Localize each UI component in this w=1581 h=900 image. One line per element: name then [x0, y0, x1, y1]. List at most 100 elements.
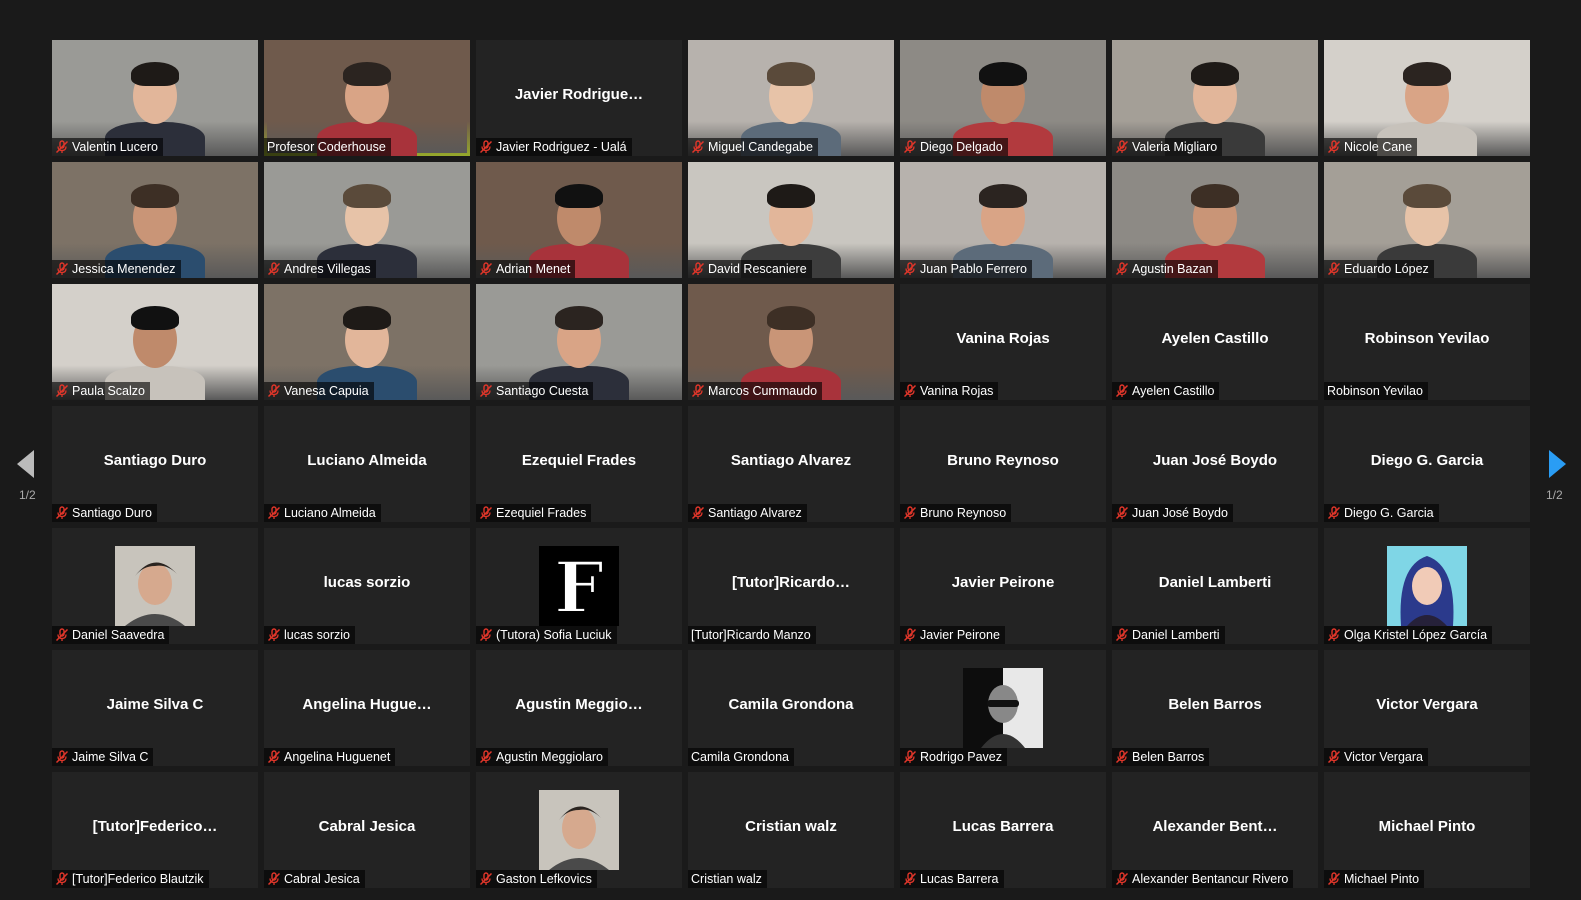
- participant-tile-nicole-cane[interactable]: Nicole Cane: [1324, 40, 1530, 156]
- participant-tile-vanesa-capuia[interactable]: Vanesa Capuia: [264, 284, 470, 400]
- participant-display-name: lucas sorzio: [323, 574, 411, 591]
- muted-microphone-icon: [1327, 750, 1341, 764]
- participant-name-tag: Juan Pablo Ferrero: [900, 260, 1033, 278]
- participant-tile-diego-delgado[interactable]: Diego Delgado: [900, 40, 1106, 156]
- participant-tile-cabral-jesica[interactable]: Cabral Jesica Cabral Jesica: [264, 772, 470, 888]
- participant-name-tag: Santiago Cuesta: [476, 382, 594, 400]
- participant-tile-daniel-lamberti[interactable]: Daniel Lamberti Daniel Lamberti: [1112, 528, 1318, 644]
- participant-tile-andres-villegas[interactable]: Andres Villegas: [264, 162, 470, 278]
- participant-name-tag: [Tutor]Ricardo Manzo: [688, 626, 816, 644]
- participant-tile-bruno-reynoso[interactable]: Bruno Reynoso Bruno Reynoso: [900, 406, 1106, 522]
- participant-tile-javier-peirone[interactable]: Javier Peirone Javier Peirone: [900, 528, 1106, 644]
- participant-name-tag: Diego G. Garcia: [1324, 504, 1439, 522]
- muted-microphone-icon: [1115, 384, 1129, 398]
- participant-tile-gaston-lefkovics[interactable]: Gaston Lefkovics: [476, 772, 682, 888]
- participant-tile-victor-vergara[interactable]: Victor Vergara Victor Vergara: [1324, 650, 1530, 766]
- participant-tile-michael-pinto[interactable]: Michael Pinto Michael Pinto: [1324, 772, 1530, 888]
- participant-tile-tutor-ricardo-manzo[interactable]: [Tutor]Ricardo… [Tutor]Ricardo Manzo: [688, 528, 894, 644]
- participant-name-label: Cristian walz: [691, 872, 762, 886]
- muted-microphone-icon: [1327, 628, 1341, 642]
- participant-tile-profesor-coderhouse[interactable]: Profesor Coderhouse: [264, 40, 470, 156]
- participant-tile-santiago-duro[interactable]: Santiago Duro Santiago Duro: [52, 406, 258, 522]
- participant-name-tag: lucas sorzio: [264, 626, 355, 644]
- participant-name-label: Juan Pablo Ferrero: [920, 262, 1028, 276]
- participant-display-name: Belen Barros: [1168, 696, 1262, 713]
- participant-tile-juan-jose-boydo[interactable]: Juan José Boydo Juan José Boydo: [1112, 406, 1318, 522]
- participant-tile-luciano-almeida[interactable]: Luciano Almeida Luciano Almeida: [264, 406, 470, 522]
- next-page-arrow-icon[interactable]: [1549, 450, 1566, 478]
- participant-name-label: Miguel Candegabe: [708, 140, 813, 154]
- participant-name-label: Luciano Almeida: [284, 506, 376, 520]
- muted-microphone-icon: [903, 384, 917, 398]
- participant-name-tag: Valentin Lucero: [52, 138, 163, 156]
- muted-microphone-icon: [691, 262, 705, 276]
- participant-tile-lucas-sorzio[interactable]: lucas sorzio lucas sorzio: [264, 528, 470, 644]
- participant-name-tag: Olga Kristel López García: [1324, 626, 1493, 644]
- participant-name-label: Agustin Meggiolaro: [496, 750, 604, 764]
- participant-name-label: Javier Rodriguez - Ualá: [496, 140, 627, 154]
- participant-tile-tutora-sofia-luciuk[interactable]: F (Tutora) Sofia Luciuk: [476, 528, 682, 644]
- participant-tile-robinson-yevilao[interactable]: Robinson Yevilao Robinson Yevilao: [1324, 284, 1530, 400]
- participant-tile-marcos-cummaudo[interactable]: Marcos Cummaudo: [688, 284, 894, 400]
- participant-display-name: Lucas Barrera: [952, 818, 1054, 835]
- participant-name-tag: Michael Pinto: [1324, 870, 1425, 888]
- participant-name-tag: Vanina Rojas: [900, 382, 999, 400]
- participant-name-tag: Cristian walz: [688, 870, 767, 888]
- participant-gallery: Valentin Lucero Profesor Coderhouse Javier…: [52, 40, 1530, 888]
- muted-microphone-icon: [903, 140, 917, 154]
- participant-display-name: Jaime Silva C: [106, 696, 204, 713]
- participant-tile-vanina-rojas[interactable]: Vanina Rojas Vanina Rojas: [900, 284, 1106, 400]
- participant-tile-alexander-bentancur-rivero[interactable]: Alexander Bent… Alexander Bentancur River…: [1112, 772, 1318, 888]
- participant-tile-cristian-walz[interactable]: Cristian walz Cristian walz: [688, 772, 894, 888]
- muted-microphone-icon: [267, 506, 281, 520]
- participant-tile-valentin-lucero[interactable]: Valentin Lucero: [52, 40, 258, 156]
- participant-display-name: Javier Peirone: [951, 574, 1055, 591]
- illustrated-avatar-icon: [1387, 546, 1467, 626]
- participant-tile-camila-grondona[interactable]: Camila Grondona Camila Grondona: [688, 650, 894, 766]
- participant-tile-juan-pablo-ferrero[interactable]: Juan Pablo Ferrero: [900, 162, 1106, 278]
- participant-display-name: Vanina Rojas: [956, 330, 1050, 347]
- muted-microphone-icon: [267, 384, 281, 398]
- participant-name-tag: Daniel Saavedra: [52, 626, 170, 644]
- participant-name-tag: Jaime Silva C: [52, 748, 154, 766]
- participant-tile-daniel-saavedra[interactable]: Daniel Saavedra: [52, 528, 258, 644]
- participant-name-label: Nicole Cane: [1344, 140, 1413, 154]
- participant-tile-angelina-huguenet[interactable]: Angelina Hugue… Angelina Huguenet: [264, 650, 470, 766]
- participant-name-label: Gaston Lefkovics: [496, 872, 592, 886]
- participant-tile-valeria-migliaro[interactable]: Valeria Migliaro: [1112, 40, 1318, 156]
- participant-name-tag: (Tutora) Sofia Luciuk: [476, 626, 617, 644]
- participant-tile-miguel-candegabe[interactable]: Miguel Candegabe: [688, 40, 894, 156]
- participant-tile-santiago-cuesta[interactable]: Santiago Cuesta: [476, 284, 682, 400]
- participant-name-tag: Profesor Coderhouse: [264, 138, 391, 156]
- participant-tile-diego-g-garcia[interactable]: Diego G. Garcia Diego G. Garcia: [1324, 406, 1530, 522]
- previous-page-arrow-icon[interactable]: [17, 450, 34, 478]
- participant-tile-tutor-federico-blautzik[interactable]: [Tutor]Federico… [Tutor]Federico Blautzik: [52, 772, 258, 888]
- muted-microphone-icon: [1327, 140, 1341, 154]
- participant-tile-paula-scalzo[interactable]: Paula Scalzo: [52, 284, 258, 400]
- participant-tile-ezequiel-frades[interactable]: Ezequiel Frades Ezequiel Frades: [476, 406, 682, 522]
- participant-name-label: Diego Delgado: [920, 140, 1003, 154]
- participant-name-tag: Santiago Alvarez: [688, 504, 807, 522]
- participant-name-label: Ayelen Castillo: [1132, 384, 1215, 398]
- participant-tile-agustin-meggiolaro[interactable]: Agustin Meggio… Agustin Meggiolaro: [476, 650, 682, 766]
- participant-tile-adrian-menet[interactable]: Adrian Menet: [476, 162, 682, 278]
- participant-tile-jaime-silva-c[interactable]: Jaime Silva C Jaime Silva C: [52, 650, 258, 766]
- muted-microphone-icon: [1327, 262, 1341, 276]
- participant-tile-javier-rodriguez-uala[interactable]: Javier Rodrigue… Javier Rodriguez - Ualá: [476, 40, 682, 156]
- muted-microphone-icon: [479, 384, 493, 398]
- participant-tile-eduardo-lopez[interactable]: Eduardo López: [1324, 162, 1530, 278]
- muted-microphone-icon: [55, 628, 69, 642]
- participant-name-label: Olga Kristel López García: [1344, 628, 1488, 642]
- participant-tile-rodrigo-pavez[interactable]: Rodrigo Pavez: [900, 650, 1106, 766]
- participant-tile-agustin-bazan[interactable]: Agustin Bazan: [1112, 162, 1318, 278]
- participant-display-name: Juan José Boydo: [1152, 452, 1278, 469]
- participant-tile-david-rescaniere[interactable]: David Rescaniere: [688, 162, 894, 278]
- participant-tile-olga-kristel-lopez-garcia[interactable]: Olga Kristel López García: [1324, 528, 1530, 644]
- participant-tile-belen-barros[interactable]: Belen Barros Belen Barros: [1112, 650, 1318, 766]
- participant-tile-jessica-menendez[interactable]: Jessica Menendez: [52, 162, 258, 278]
- participant-tile-ayelen-castillo[interactable]: Ayelen Castillo Ayelen Castillo: [1112, 284, 1318, 400]
- participant-name-tag: Daniel Lamberti: [1112, 626, 1225, 644]
- participant-tile-lucas-barrera[interactable]: Lucas Barrera Lucas Barrera: [900, 772, 1106, 888]
- participant-name-tag: Marcos Cummaudo: [688, 382, 823, 400]
- participant-tile-santiago-alvarez[interactable]: Santiago Alvarez Santiago Alvarez: [688, 406, 894, 522]
